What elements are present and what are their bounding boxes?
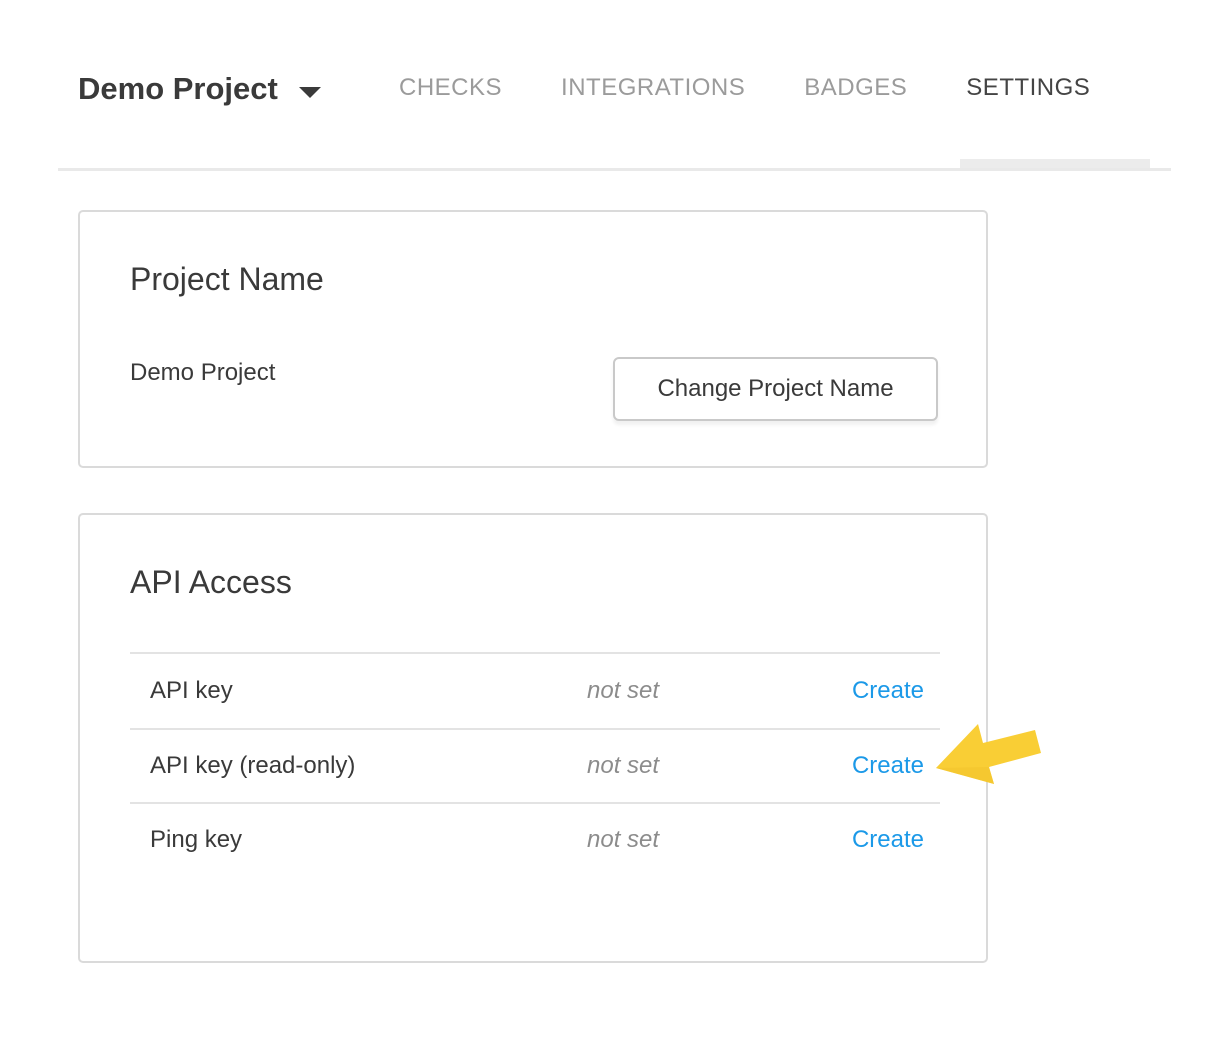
project-name-value: Demo Project bbox=[130, 358, 275, 388]
tab-badges[interactable]: BADGES bbox=[804, 74, 907, 102]
create-ping-key-link[interactable]: Create bbox=[852, 826, 940, 854]
tab-checks[interactable]: CHECKS bbox=[399, 74, 502, 102]
main-nav: CHECKS INTEGRATIONS BADGES SETTINGS bbox=[399, 74, 1090, 102]
project-name-card: Project Name Demo Project Change Project… bbox=[78, 210, 988, 468]
project-settings-page: Demo Project CHECKS INTEGRATIONS BADGES … bbox=[0, 0, 1220, 1059]
table-row-ping-key: Ping key not set Create bbox=[130, 802, 940, 876]
key-value: not set bbox=[587, 677, 659, 705]
api-access-card: API Access API key not set Create API ke… bbox=[78, 513, 988, 963]
key-label: API key bbox=[130, 677, 587, 705]
key-value: not set bbox=[587, 826, 659, 854]
header-divider bbox=[58, 168, 1171, 171]
table-row-api-key-read-only: API key (read-only) not set Create bbox=[130, 728, 940, 802]
project-name-card-title: Project Name bbox=[130, 261, 324, 297]
project-title: Demo Project bbox=[78, 70, 278, 108]
change-project-name-button[interactable]: Change Project Name bbox=[613, 357, 938, 421]
create-readonly-api-key-link[interactable]: Create bbox=[852, 752, 940, 780]
create-api-key-link[interactable]: Create bbox=[852, 677, 940, 705]
key-value: not set bbox=[587, 752, 659, 780]
tab-settings[interactable]: SETTINGS bbox=[966, 74, 1090, 102]
project-switcher-dropdown[interactable]: Demo Project bbox=[78, 70, 321, 108]
tab-integrations[interactable]: INTEGRATIONS bbox=[561, 74, 745, 102]
key-label: Ping key bbox=[130, 826, 587, 854]
table-row-api-key: API key not set Create bbox=[130, 652, 940, 728]
key-label: API key (read-only) bbox=[130, 752, 587, 780]
api-access-card-title: API Access bbox=[130, 564, 292, 600]
api-keys-table: API key not set Create API key (read-onl… bbox=[130, 652, 940, 876]
chevron-down-icon bbox=[299, 87, 321, 98]
